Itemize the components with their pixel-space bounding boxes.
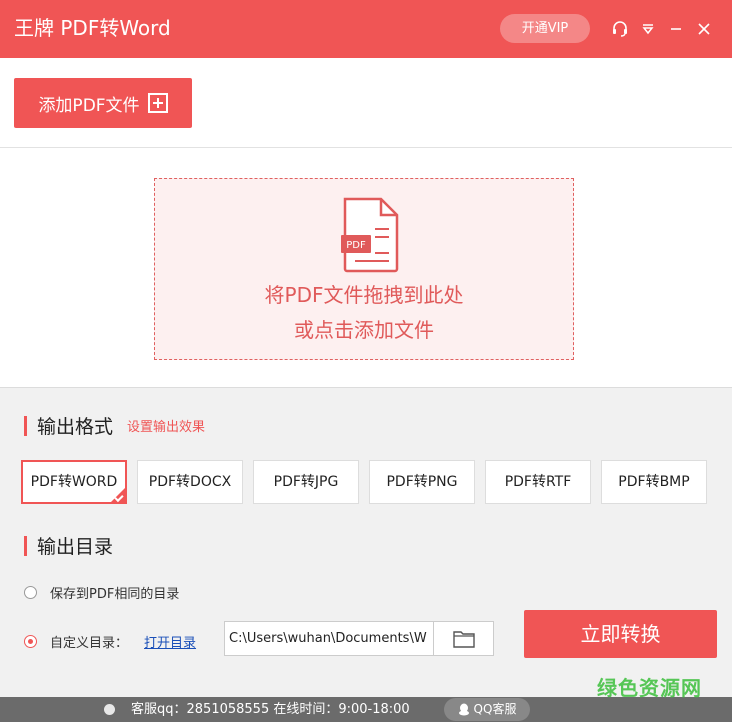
file-drop-zone[interactable]: PDF 将PDF文件拖拽到此处 或点击添加文件 xyxy=(154,178,574,360)
section-marker xyxy=(24,415,27,436)
headset-icon[interactable] xyxy=(609,18,631,40)
format-label: PDF转BMP xyxy=(618,474,690,490)
format-option-bmp[interactable]: PDF转BMP xyxy=(601,460,707,504)
output-dir-header: 输出目录 xyxy=(24,532,113,559)
option-custom-dir[interactable]: 自定义目录： 打开目录 xyxy=(24,632,196,651)
option-same-dir[interactable]: 保存到PDF相同的目录 xyxy=(24,583,179,602)
output-path-input[interactable] xyxy=(224,621,434,656)
format-label: PDF转PNG xyxy=(386,474,458,490)
output-format-title: 输出格式 xyxy=(37,416,114,438)
folder-icon xyxy=(452,630,475,648)
format-option-docx[interactable]: PDF转DOCX xyxy=(137,460,243,504)
pdf-file-icon: PDF xyxy=(341,197,399,273)
format-label: PDF转RTF xyxy=(504,474,572,490)
browse-folder-button[interactable] xyxy=(433,621,494,656)
format-options: PDF转WORD PDF转DOCX PDF转JPG PDF转PNG PDF转RT… xyxy=(21,460,707,504)
status-dot-icon xyxy=(104,704,115,715)
output-dir-title: 输出目录 xyxy=(37,536,114,558)
toolbar: 添加PDF文件 xyxy=(0,58,732,148)
add-pdf-label: 添加PDF文件 xyxy=(38,95,140,116)
format-option-word[interactable]: PDF转WORD xyxy=(21,460,127,504)
title-bar: 王牌 PDF转Word 开通VIP xyxy=(0,0,732,58)
drop-section: PDF 将PDF文件拖拽到此处 或点击添加文件 xyxy=(0,148,732,388)
dropdown-menu-icon[interactable] xyxy=(637,18,659,40)
open-dir-link[interactable]: 打开目录 xyxy=(144,632,196,651)
convert-now-button[interactable]: 立即转换 xyxy=(524,610,717,658)
same-dir-label: 保存到PDF相同的目录 xyxy=(50,587,180,602)
app-title: 王牌 PDF转Word xyxy=(14,16,171,40)
drop-hint-line2: 或点击添加文件 xyxy=(294,318,434,342)
qq-support-label: QQ客服 xyxy=(473,702,517,716)
output-settings-link[interactable]: 设置输出效果 xyxy=(127,416,205,435)
format-label: PDF转WORD xyxy=(30,474,118,490)
close-icon[interactable] xyxy=(693,18,715,40)
radio-same-dir[interactable] xyxy=(24,586,37,599)
format-option-jpg[interactable]: PDF转JPG xyxy=(253,460,359,504)
qq-penguin-icon xyxy=(458,703,469,716)
format-label: PDF转JPG xyxy=(273,474,339,490)
open-vip-button[interactable]: 开通VIP xyxy=(500,14,590,43)
section-marker xyxy=(24,535,27,556)
service-info: 客服qq：2851058555 在线时间：9:00-18:00 xyxy=(131,702,410,717)
format-option-png[interactable]: PDF转PNG xyxy=(369,460,475,504)
drop-hint-line1: 将PDF文件拖拽到此处 xyxy=(264,283,464,307)
format-label: PDF转DOCX xyxy=(148,474,232,490)
custom-dir-label: 自定义目录： xyxy=(50,636,129,651)
minimize-icon[interactable] xyxy=(665,18,687,40)
pdf-badge: PDF xyxy=(346,240,366,251)
add-pdf-button[interactable]: 添加PDF文件 xyxy=(14,78,192,128)
qq-support-button[interactable]: QQ客服 xyxy=(444,698,530,721)
radio-custom-dir[interactable] xyxy=(24,635,37,648)
plus-box-icon xyxy=(147,93,168,113)
format-option-rtf[interactable]: PDF转RTF xyxy=(485,460,591,504)
output-format-header: 输出格式 设置输出效果 xyxy=(24,412,205,439)
site-watermark: 绿色资源网 xyxy=(597,676,702,700)
